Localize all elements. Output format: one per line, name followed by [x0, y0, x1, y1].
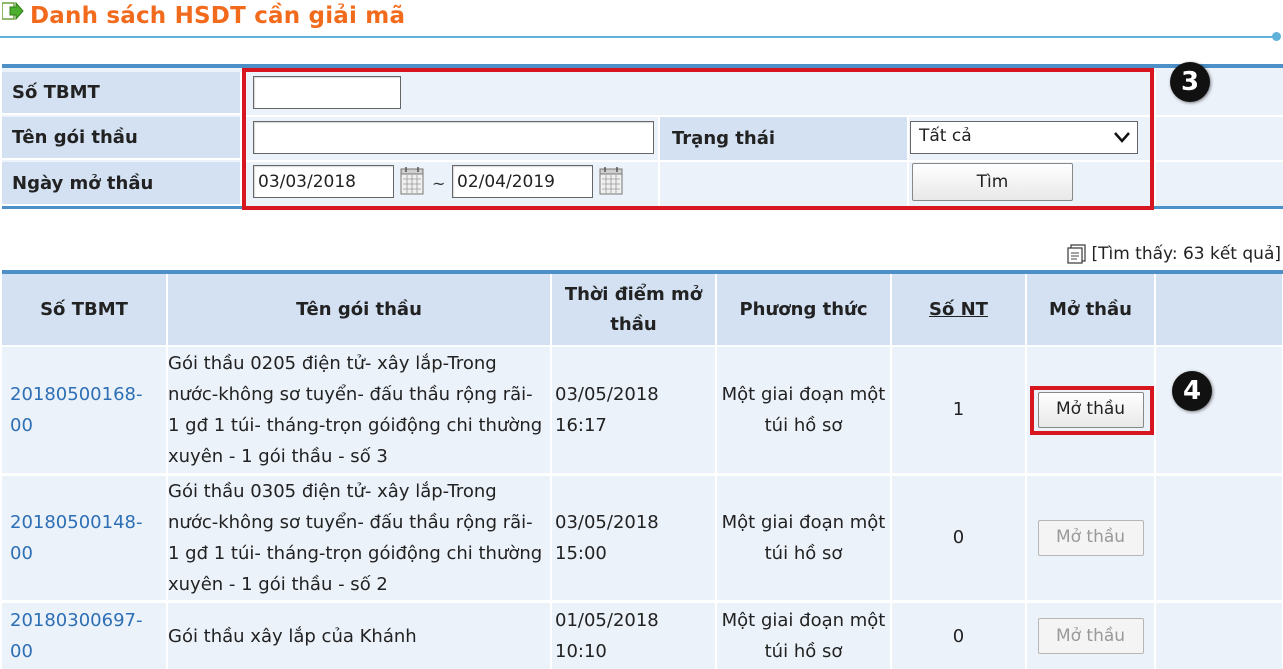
highlight-mo-thau-button	[1030, 386, 1154, 435]
page-title: Danh sách HSDT cần giải mã	[30, 3, 406, 29]
col-empty	[1155, 274, 1283, 347]
table-row: 20180300697-00 Gói thầu xây lắp của Khán…	[2, 601, 1283, 669]
col-ten-goi-thau[interactable]: Tên gói thầu	[167, 274, 552, 347]
so-tbmt-link[interactable]: 20180500168-00	[2, 346, 168, 476]
results-table: Số TBMT Tên gói thầu Thời điểm mở thầu P…	[2, 270, 1283, 669]
empty-cell	[1155, 474, 1283, 603]
table-row: 20180500148-00 Gói thầu 0305 điện tử- xâ…	[2, 474, 1283, 603]
col-thoi-diem[interactable]: Thời điểm mở thầu	[551, 274, 717, 347]
col-mo-thau: Mở thầu	[1026, 274, 1156, 347]
ten-goi-thau-cell: Gói thầu 0205 điện tử- xây lắp-Trong nướ…	[167, 346, 552, 476]
ngay-mo-thau-label: Ngày mở thầu	[2, 162, 240, 206]
col-so-nt[interactable]: Số NT	[891, 274, 1027, 347]
step-badge-4: 4	[1172, 371, 1212, 411]
phuong-thuc-cell: Một giai đoạn một túi hồ sơ	[716, 601, 892, 669]
phuong-thuc-cell: Một giai đoạn một túi hồ sơ	[716, 474, 892, 603]
so-nt-cell: 0	[891, 601, 1027, 669]
ten-goi-thau-label: Tên gói thầu	[2, 117, 240, 160]
ten-goi-thau-cell: Gói thầu xây lắp của Khánh	[167, 601, 552, 669]
thoi-diem-cell: 01/05/2018 10:10	[551, 601, 717, 669]
so-tbmt-link[interactable]: 20180300697-00	[2, 601, 168, 669]
col-so-nt-label[interactable]: Số NT	[929, 299, 988, 320]
arrow-right-icon	[2, 2, 24, 20]
phuong-thuc-cell: Một giai đoạn một túi hồ sơ	[716, 346, 892, 476]
thoi-diem-cell: 03/05/2018 15:00	[551, 474, 717, 603]
mo-thau-button-disabled: Mở thầu	[1037, 519, 1144, 556]
col-divider	[1154, 72, 1156, 206]
empty-cell	[1155, 601, 1283, 669]
title-divider	[0, 36, 1276, 38]
empty-cell	[1155, 346, 1283, 476]
so-nt-cell: 0	[891, 474, 1027, 603]
col-so-tbmt[interactable]: Số TBMT	[2, 274, 168, 347]
result-count: [Tìm thấy: 63 kết quả]	[1067, 244, 1281, 264]
so-nt-cell: 1	[891, 346, 1027, 476]
result-count-text: [Tìm thấy: 63 kết quả]	[1091, 244, 1281, 264]
highlight-search-area	[242, 68, 1154, 210]
ten-goi-thau-cell: Gói thầu 0305 điện tử- xây lắp-Trong nướ…	[167, 474, 552, 603]
so-tbmt-link[interactable]: 20180500148-00	[2, 474, 168, 603]
table-header-row: Số TBMT Tên gói thầu Thời điểm mở thầu P…	[2, 274, 1283, 347]
mo-thau-cell: Mở thầu	[1026, 601, 1156, 669]
page-header: Danh sách HSDT cần giải mã	[0, 0, 1283, 42]
mo-thau-button-disabled: Mở thầu	[1037, 618, 1144, 654]
mo-thau-cell: Mở thầu	[1026, 474, 1156, 603]
step-badge-3: 3	[1170, 62, 1210, 102]
col-phuong-thuc[interactable]: Phương thức	[716, 274, 892, 347]
document-icon	[1067, 244, 1087, 264]
thoi-diem-cell: 03/05/2018 16:17	[551, 346, 717, 476]
so-tbmt-label: Số TBMT	[2, 72, 240, 115]
title-divider-dot	[1272, 32, 1281, 41]
